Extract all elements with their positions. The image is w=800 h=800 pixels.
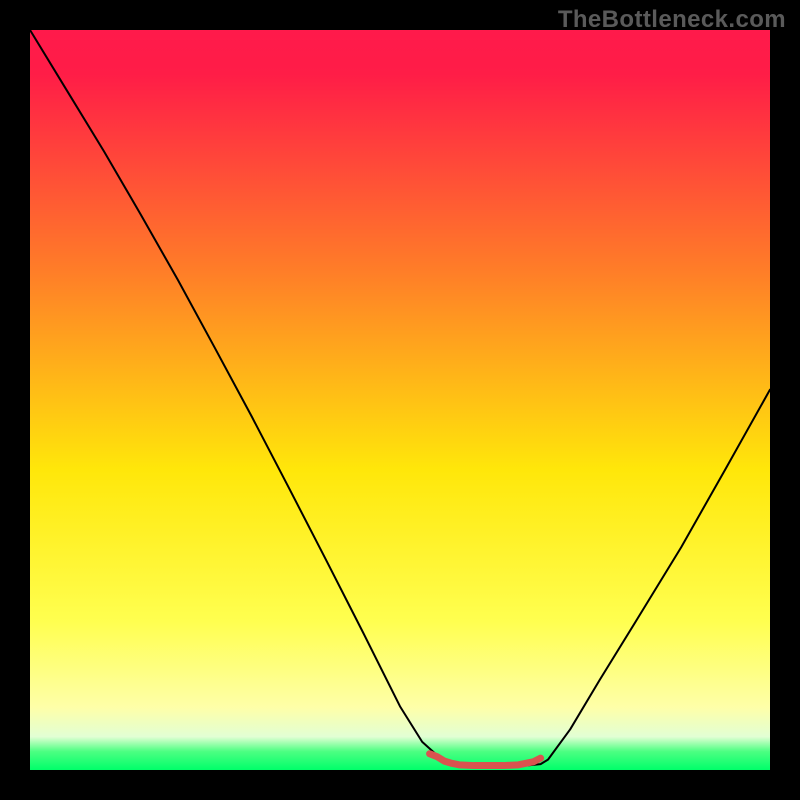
bottleneck-chart	[0, 0, 800, 800]
chart-frame: TheBottleneck.com	[0, 0, 800, 800]
plot-background	[30, 30, 770, 770]
watermark-label: TheBottleneck.com	[558, 6, 786, 34]
